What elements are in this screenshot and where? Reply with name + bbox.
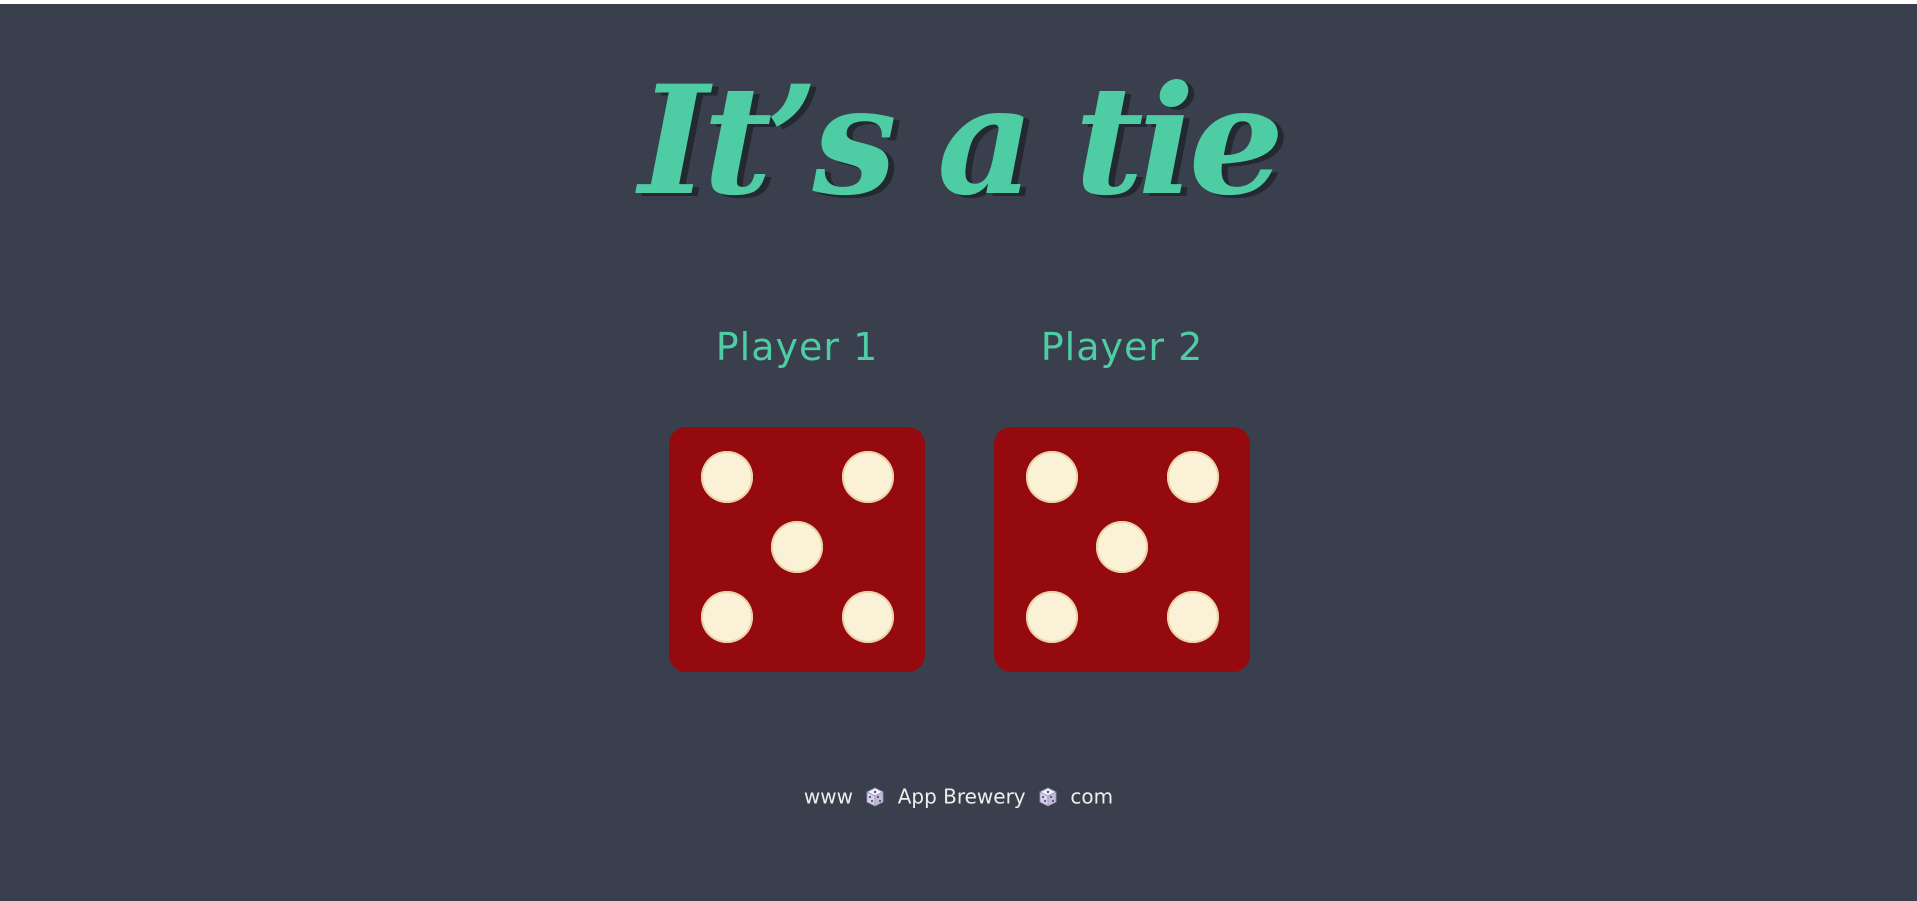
player-2-panel: Player 2	[994, 322, 1250, 672]
footer: www App Brewery com	[0, 780, 1917, 812]
die-pip	[701, 591, 753, 643]
die-icon	[866, 787, 885, 807]
footer-suffix: com	[1070, 784, 1114, 809]
die-pip	[701, 451, 753, 503]
player-1-label: Player 1	[715, 325, 879, 369]
footer-brand: App Brewery	[897, 784, 1026, 809]
footer-prefix: www	[803, 784, 853, 809]
die-pip	[1167, 451, 1219, 503]
die-pip	[771, 521, 823, 573]
die-pip	[1167, 591, 1219, 643]
player-1-panel: Player 1	[669, 322, 925, 672]
die-pip	[1096, 521, 1148, 573]
player-1-die	[669, 427, 925, 672]
die-pip	[1026, 591, 1078, 643]
player-2-label: Player 2	[1040, 325, 1204, 369]
die-pip	[842, 451, 894, 503]
die-icon	[1039, 787, 1057, 807]
player-2-die	[994, 427, 1250, 672]
die-pip	[842, 591, 894, 643]
die-pip	[1026, 451, 1078, 503]
result-title: It’s a tie	[638, 53, 1284, 229]
